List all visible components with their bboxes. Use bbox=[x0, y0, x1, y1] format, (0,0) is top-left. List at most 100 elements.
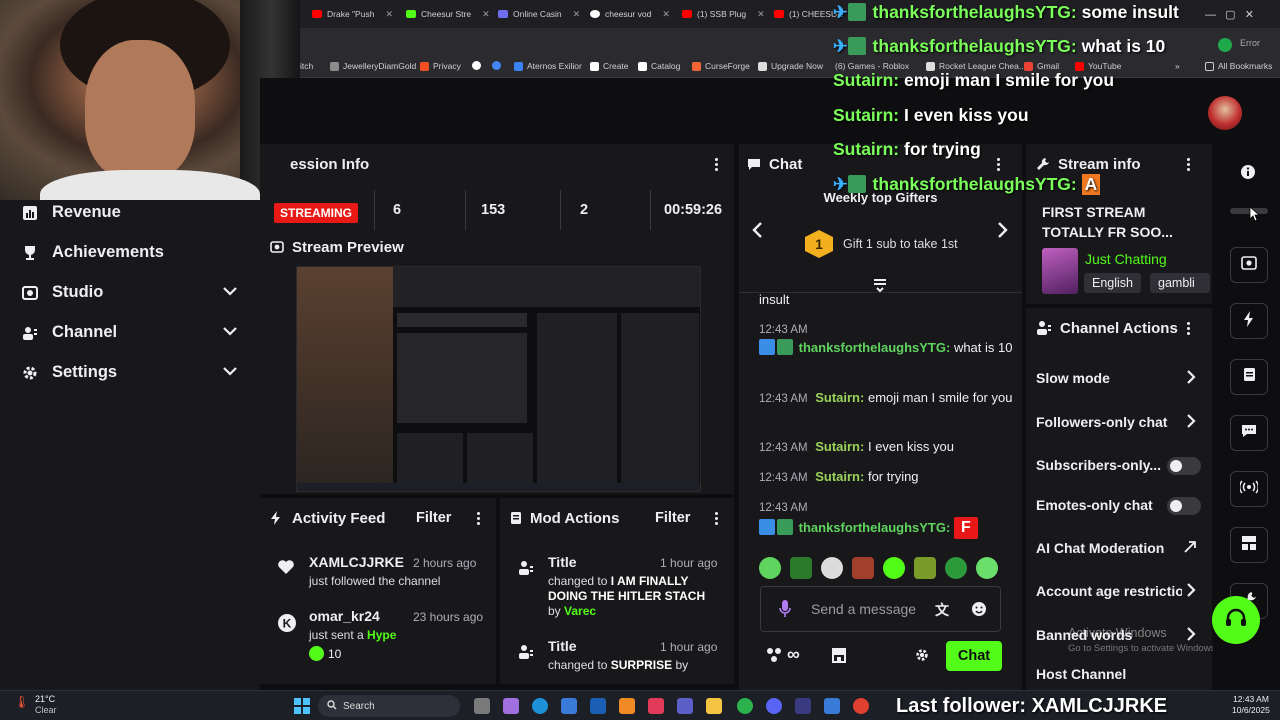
bookmark[interactable]: Privacy bbox=[420, 61, 461, 71]
more-bookmarks-icon[interactable]: » bbox=[1175, 61, 1180, 71]
bookmark[interactable]: itch bbox=[300, 61, 313, 71]
chat-button[interactable] bbox=[1230, 415, 1268, 451]
more-options-icon[interactable] bbox=[1180, 320, 1196, 336]
close-icon[interactable]: ✕ bbox=[482, 9, 490, 20]
slow-mode-item[interactable]: Slow mode bbox=[1036, 367, 1206, 389]
close-icon[interactable]: ✕ bbox=[757, 9, 765, 20]
document-button[interactable] bbox=[1230, 359, 1268, 395]
chat-input[interactable]: Send a message 文 bbox=[760, 586, 1001, 632]
filter-button[interactable]: Filter bbox=[655, 510, 690, 526]
chat-username[interactable]: Sutairn: bbox=[815, 439, 864, 454]
chrome-icon[interactable] bbox=[737, 698, 753, 714]
emote-icon[interactable] bbox=[883, 557, 905, 579]
chevron-left-icon[interactable] bbox=[751, 221, 763, 239]
discord-icon[interactable] bbox=[766, 698, 782, 714]
chevron-down-icon[interactable] bbox=[222, 363, 238, 384]
points-icon[interactable] bbox=[765, 647, 783, 663]
bookmark[interactable]: Upgrade Now bbox=[758, 61, 823, 71]
store-icon[interactable] bbox=[831, 647, 847, 663]
more-options-icon[interactable] bbox=[1180, 156, 1196, 172]
emote-icon[interactable] bbox=[759, 557, 781, 579]
account-age-item[interactable]: Account age restrictio bbox=[1036, 580, 1206, 602]
chat-username[interactable]: thanksforthelaughsYTG: bbox=[799, 520, 951, 535]
subscribers-only-item[interactable]: Subscribers-only... bbox=[1036, 454, 1168, 476]
bookmark[interactable] bbox=[472, 61, 481, 70]
translate-icon[interactable]: 文 bbox=[935, 600, 949, 620]
broadcast-button[interactable] bbox=[1230, 471, 1268, 507]
filter-button[interactable]: Filter bbox=[416, 510, 451, 526]
more-options-icon[interactable] bbox=[470, 510, 486, 526]
app-icon[interactable] bbox=[853, 698, 869, 714]
more-options-icon[interactable] bbox=[708, 156, 724, 172]
profile-icon[interactable] bbox=[1218, 38, 1232, 52]
copilot-icon[interactable] bbox=[503, 698, 519, 714]
chat-username[interactable]: Sutairn: bbox=[815, 469, 864, 484]
sidebar-item-achievements[interactable]: Achievements bbox=[22, 243, 164, 262]
teams-icon[interactable] bbox=[677, 698, 693, 714]
chevron-down-icon[interactable] bbox=[222, 283, 238, 304]
clock-time[interactable]: 12:43 AM bbox=[1233, 694, 1269, 704]
stream-preview-video[interactable] bbox=[296, 266, 701, 492]
browser-tab[interactable]: Online Casin ✕ bbox=[498, 4, 580, 24]
emote-icon[interactable] bbox=[821, 557, 843, 579]
support-button[interactable] bbox=[1212, 596, 1260, 644]
close-icon[interactable]: ✕ bbox=[662, 9, 670, 20]
bookmark[interactable] bbox=[492, 61, 501, 70]
send-chat-button[interactable]: Chat bbox=[946, 641, 1002, 671]
bookmark[interactable]: Aternos Exilior bbox=[514, 61, 582, 71]
microphone-icon[interactable] bbox=[779, 600, 791, 618]
outlook-icon[interactable] bbox=[590, 698, 606, 714]
sidebar-item-channel[interactable]: Channel bbox=[22, 323, 237, 342]
close-icon[interactable]: ✕ bbox=[385, 9, 393, 20]
activity-user[interactable]: XAMLCJJRKE bbox=[309, 554, 404, 570]
browser-tab[interactable]: Drake "Push ✕ bbox=[312, 4, 393, 24]
edge-icon[interactable] bbox=[532, 698, 548, 714]
taskbar-search[interactable]: Search bbox=[318, 695, 460, 717]
tag[interactable]: English bbox=[1084, 273, 1141, 293]
folder-icon[interactable] bbox=[706, 698, 722, 714]
category-thumbnail[interactable] bbox=[1042, 248, 1078, 294]
close-icon[interactable]: ✕ bbox=[573, 9, 581, 20]
emote-icon[interactable] bbox=[914, 557, 936, 579]
obs-icon[interactable] bbox=[795, 698, 811, 714]
chevron-right-icon[interactable] bbox=[997, 221, 1009, 239]
gift-sub-cta[interactable]: Gift 1 sub to take 1st bbox=[843, 237, 958, 251]
category-link[interactable]: Just Chatting bbox=[1085, 251, 1167, 267]
sidebar-item-settings[interactable]: Settings bbox=[22, 363, 237, 382]
more-options-icon[interactable] bbox=[708, 510, 724, 526]
emote-icon[interactable] bbox=[852, 557, 874, 579]
collapse-icon[interactable] bbox=[872, 278, 888, 292]
info-icon[interactable] bbox=[1240, 164, 1256, 180]
emote-icon[interactable] bbox=[945, 557, 967, 579]
bookmark[interactable]: JewelleryDiamGold bbox=[330, 61, 416, 71]
task-view-icon[interactable] bbox=[474, 698, 490, 714]
music-icon[interactable] bbox=[648, 698, 664, 714]
emoji-icon[interactable] bbox=[971, 601, 987, 617]
window-controls[interactable]: — ▢ ✕ bbox=[1205, 4, 1254, 24]
bookmark[interactable]: CurseForge bbox=[692, 61, 750, 71]
host-channel-item[interactable]: Host Channel bbox=[1036, 663, 1206, 685]
chevron-down-icon[interactable] bbox=[222, 323, 238, 344]
ai-moderation-item[interactable]: AI Chat Moderation bbox=[1036, 537, 1206, 559]
infinity-icon[interactable]: ∞ bbox=[787, 644, 800, 665]
lightning-button[interactable] bbox=[1230, 303, 1268, 339]
browser-tab[interactable]: (1) SSB Plug ✕ bbox=[682, 4, 765, 24]
chat-username[interactable]: Sutairn: bbox=[815, 390, 864, 405]
camera-button[interactable] bbox=[1230, 247, 1268, 283]
vscode-icon[interactable] bbox=[824, 698, 840, 714]
app-icon[interactable] bbox=[619, 698, 635, 714]
bookmark[interactable]: Create bbox=[590, 61, 629, 71]
sidebar-item-revenue[interactable]: Revenue bbox=[22, 203, 121, 222]
windows-start-icon[interactable] bbox=[294, 698, 310, 714]
emote-icon[interactable] bbox=[976, 557, 998, 579]
all-bookmarks[interactable]: All Bookmarks bbox=[1205, 61, 1272, 71]
browser-tab[interactable]: Cheesur Stre ✕ bbox=[406, 4, 490, 24]
activity-user[interactable]: omar_kr24 bbox=[309, 608, 380, 624]
weather-temp[interactable]: 21°C bbox=[35, 694, 55, 704]
subscribers-only-toggle[interactable] bbox=[1167, 457, 1201, 475]
gear-icon[interactable] bbox=[915, 648, 929, 662]
browser-tab[interactable]: cheesur vod ✕ bbox=[590, 4, 670, 24]
emote-icon[interactable] bbox=[790, 557, 812, 579]
avatar[interactable] bbox=[1208, 96, 1242, 130]
store-icon[interactable] bbox=[561, 698, 577, 714]
